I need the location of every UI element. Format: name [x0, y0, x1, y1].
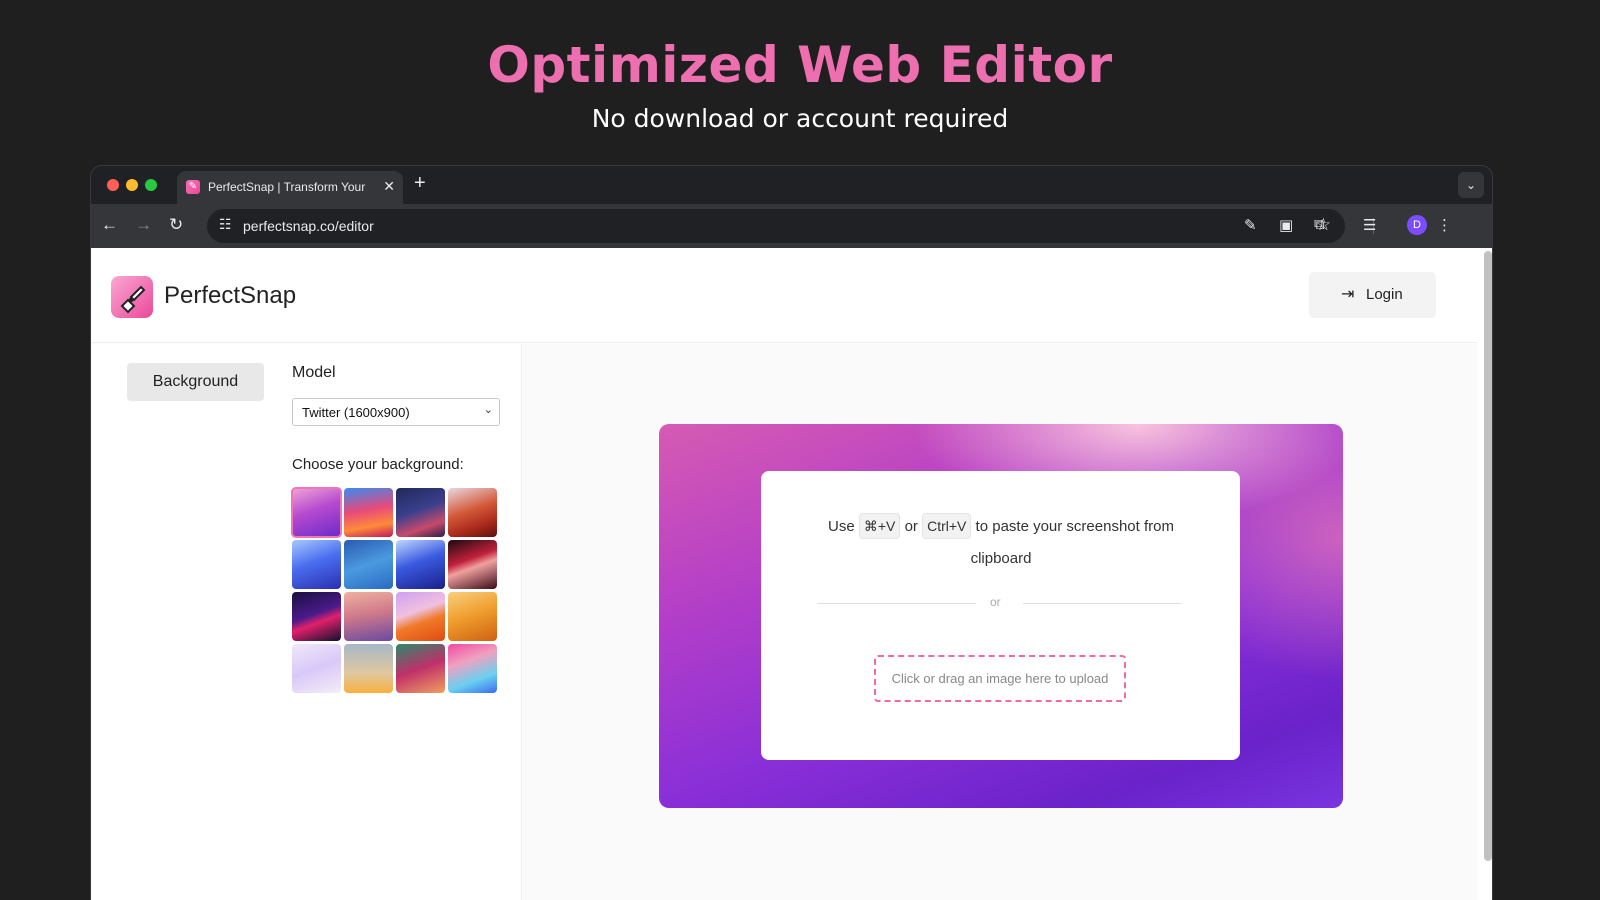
background-swatch[interactable]	[448, 488, 497, 537]
choose-background-label: Choose your background:	[292, 456, 464, 473]
forward-arrow-icon[interactable]: →	[135, 215, 152, 235]
background-swatch[interactable]	[344, 488, 393, 537]
url-text: perfectsnap.co/editor	[243, 218, 374, 234]
background-swatch[interactable]	[292, 644, 341, 693]
mac-shortcut-key: ⌘+V	[858, 513, 901, 539]
model-select-value: Twitter (1600x900)	[302, 405, 410, 420]
upload-dropzone[interactable]: Click or drag an image here to upload	[874, 655, 1126, 702]
background-swatch[interactable]	[396, 488, 445, 537]
background-swatch[interactable]	[344, 540, 393, 589]
close-window-button[interactable]	[107, 179, 119, 191]
background-swatch[interactable]	[396, 592, 445, 641]
minimize-window-button[interactable]	[126, 179, 138, 191]
or-divider-label: or	[990, 595, 1001, 609]
code-extension-icon[interactable]: ▣	[1279, 216, 1293, 234]
close-tab-icon[interactable]: ✕	[383, 178, 395, 195]
model-label: Model	[292, 364, 336, 381]
model-select[interactable]: Twitter (1600x900) ⌄	[292, 398, 500, 426]
paintbrush-icon	[120, 285, 146, 314]
tab-title: PerfectSnap | Transform Your	[208, 180, 366, 194]
brand-logo[interactable]	[111, 276, 153, 318]
reading-list-icon[interactable]: ☰	[1363, 216, 1376, 234]
paste-instructions: Use ⌘+V or Ctrl+V to paste your screensh…	[801, 511, 1201, 575]
divider-right	[1023, 603, 1181, 604]
brand-name[interactable]: PerfectSnap	[164, 282, 296, 310]
ctrl-shortcut-key: Ctrl+V	[922, 513, 972, 539]
upload-card: Use ⌘+V or Ctrl+V to paste your screensh…	[761, 471, 1240, 760]
kebab-menu-icon[interactable]: ⋮	[1437, 216, 1452, 234]
hero-title: Optimized Web Editor	[487, 36, 1113, 94]
background-swatch[interactable]	[344, 644, 393, 693]
scrollbar[interactable]	[1484, 251, 1492, 861]
reload-icon[interactable]: ↻	[169, 215, 183, 235]
favicon-icon: ✎	[186, 180, 200, 194]
background-tab-button[interactable]: Background	[127, 363, 264, 401]
background-swatch[interactable]	[292, 592, 341, 641]
color-picker-icon[interactable]: ✎	[1244, 216, 1257, 234]
login-icon: ⇥	[1341, 286, 1355, 303]
background-swatch[interactable]	[448, 592, 497, 641]
background-swatch[interactable]	[448, 644, 497, 693]
background-preview: Use ⌘+V or Ctrl+V to paste your screensh…	[659, 424, 1343, 808]
paste-text-rest: to paste your screenshot from clipboard	[970, 518, 1174, 567]
extensions-puzzle-icon[interactable]: ⧉	[1314, 216, 1325, 233]
back-arrow-icon[interactable]: ←	[101, 215, 118, 235]
maximize-window-button[interactable]	[145, 179, 157, 191]
login-label: Login	[1366, 286, 1403, 303]
background-swatch[interactable]	[448, 540, 497, 589]
background-swatch-grid	[291, 487, 500, 696]
app-header: PerfectSnap ⇥ Login	[91, 248, 1477, 343]
site-settings-icon[interactable]: ☷	[219, 216, 232, 233]
hero-subtitle: No download or account required	[591, 104, 1009, 133]
profile-avatar[interactable]: D	[1407, 215, 1427, 235]
login-button[interactable]: ⇥ Login	[1309, 272, 1436, 318]
background-swatch[interactable]	[344, 592, 393, 641]
divider-left	[818, 603, 976, 604]
tab-search-chevron-icon[interactable]: ⌄	[1458, 172, 1484, 198]
page-viewport: PerfectSnap ⇥ Login Background Model Twi…	[91, 248, 1492, 900]
paste-text-use: Use	[828, 518, 855, 535]
background-swatch[interactable]	[396, 540, 445, 589]
browser-toolbar: ← → ↻ ☷ perfectsnap.co/editor ☆ ✎ ▣ ⧉ ☰ …	[91, 204, 1492, 248]
browser-window: ✎ PerfectSnap | Transform Your ✕ + ⌄ ← →…	[90, 165, 1493, 900]
settings-panel: Background Model Twitter (1600x900) ⌄ Ch…	[91, 344, 522, 900]
background-swatch[interactable]	[291, 487, 342, 538]
paste-text-or: or	[904, 518, 918, 535]
canvas-area: Use ⌘+V or Ctrl+V to paste your screensh…	[523, 344, 1477, 900]
address-bar[interactable]: ☷ perfectsnap.co/editor ☆	[207, 209, 1345, 243]
new-tab-icon[interactable]: +	[414, 172, 426, 195]
background-swatch[interactable]	[396, 644, 445, 693]
tab-bar: ✎ PerfectSnap | Transform Your ✕ + ⌄	[91, 166, 1492, 204]
background-swatch[interactable]	[292, 540, 341, 589]
browser-tab[interactable]: ✎ PerfectSnap | Transform Your ✕	[177, 171, 403, 204]
chevron-down-icon: ⌄	[483, 404, 493, 416]
